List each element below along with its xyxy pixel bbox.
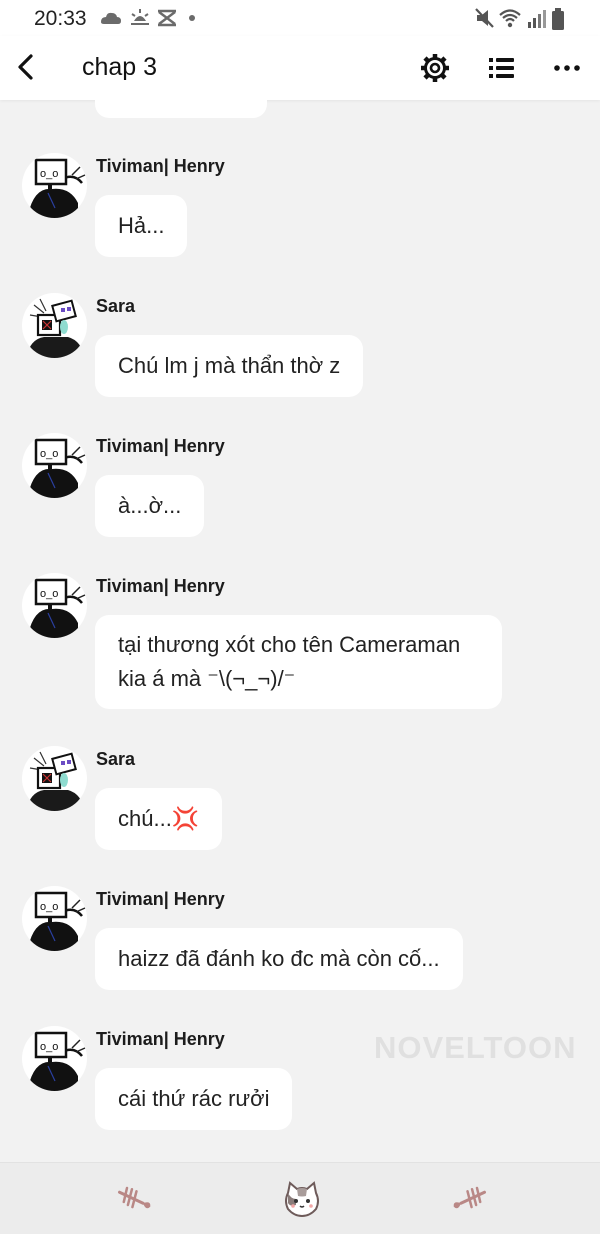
- message-text: chú...💢: [118, 806, 200, 831]
- like-button[interactable]: [450, 1179, 490, 1219]
- battery-icon: [552, 8, 564, 30]
- watermark: NOVELTOON: [374, 1030, 577, 1065]
- message-text: Hả...: [118, 213, 165, 238]
- fishbone-icon: [453, 1186, 487, 1209]
- svg-text:o_o: o_o: [40, 901, 58, 913]
- cat-icon: [285, 1181, 319, 1218]
- more-button[interactable]: [550, 51, 584, 85]
- bottom-nav: [0, 1162, 600, 1234]
- fishbone-icon: [117, 1186, 151, 1209]
- message-bubble: Chú lm j mà thẩn thờ z: [95, 335, 364, 397]
- message-text: Chú lm j mà thẩn thờ z: [118, 353, 341, 378]
- message-text: cái thứ rác rưởi: [118, 1086, 270, 1111]
- mute-icon: [475, 8, 494, 28]
- avatar-henry[interactable]: o_o: [22, 573, 87, 638]
- sunrise-icon: [131, 9, 149, 25]
- avatar-sara[interactable]: [22, 746, 87, 811]
- settings-icon: [421, 54, 449, 82]
- svg-text:o_o: o_o: [40, 588, 58, 600]
- list-icon: [489, 58, 514, 78]
- message-sender: Tiviman| Henry: [96, 576, 225, 596]
- message-sender: Tiviman| Henry: [96, 436, 225, 456]
- message-bubble: chú...💢: [95, 788, 223, 850]
- app-bar: chap 3: [0, 36, 600, 100]
- dislike-button[interactable]: [114, 1179, 154, 1219]
- dot-icon: [189, 15, 195, 21]
- message-bubble: haizz đã đánh ko đc mà còn cố...: [95, 928, 463, 990]
- chevron-left-icon: [18, 54, 33, 80]
- status-bar: 20:33: [0, 0, 600, 36]
- svg-text:o_o: o_o: [40, 448, 58, 460]
- message-bubble: tại thương xót cho tên Cameraman kia á m…: [95, 615, 502, 709]
- settings-button[interactable]: [418, 51, 452, 85]
- capcut-icon: [158, 9, 176, 27]
- signal-icon: [528, 10, 546, 28]
- avatar-sara[interactable]: [22, 293, 87, 358]
- svg-text:o_o: o_o: [40, 1041, 58, 1053]
- cat-button[interactable]: [282, 1179, 322, 1219]
- message-sender: Sara: [96, 749, 136, 769]
- avatar-henry[interactable]: o_o: [22, 1026, 87, 1091]
- message-text-line: tại thương xót cho tên Cameraman: [118, 632, 461, 657]
- svg-text:o_o: o_o: [40, 168, 58, 180]
- chat-list[interactable]: o_o Tiviman| Henry Hả... Sara Chú lm j m…: [0, 100, 600, 1162]
- avatar-henry[interactable]: o_o: [22, 433, 87, 498]
- message-text: haizz đã đánh ko đc mà còn cố...: [118, 946, 440, 971]
- page-title: chap 3: [82, 53, 158, 81]
- message-bubble: Hả...: [95, 195, 188, 257]
- message-sender: Sara: [96, 296, 136, 316]
- cloud-icon: [101, 12, 121, 24]
- avatar-henry[interactable]: o_o: [22, 153, 87, 218]
- previous-message-bubble: [95, 100, 267, 118]
- status-time: 20:33: [34, 7, 87, 30]
- status-right-icons: [474, 6, 570, 37]
- message-sender: Tiviman| Henry: [96, 889, 225, 909]
- chapter-list-button[interactable]: [484, 51, 518, 85]
- message-text-line: kia á mà ⁻\(¬_¬)/⁻: [118, 666, 296, 691]
- back-button[interactable]: [10, 50, 44, 84]
- more-icon: [554, 65, 580, 71]
- status-left-icons: [98, 6, 208, 35]
- message-bubble: à...ờ...: [95, 475, 205, 537]
- avatar-henry[interactable]: o_o: [22, 886, 87, 951]
- message-sender: Tiviman| Henry: [96, 1029, 225, 1049]
- wifi-icon: [499, 9, 521, 28]
- message-sender: Tiviman| Henry: [96, 156, 225, 176]
- message-bubble: cái thứ rác rưởi: [95, 1068, 293, 1130]
- message-text: à...ờ...: [118, 493, 182, 518]
